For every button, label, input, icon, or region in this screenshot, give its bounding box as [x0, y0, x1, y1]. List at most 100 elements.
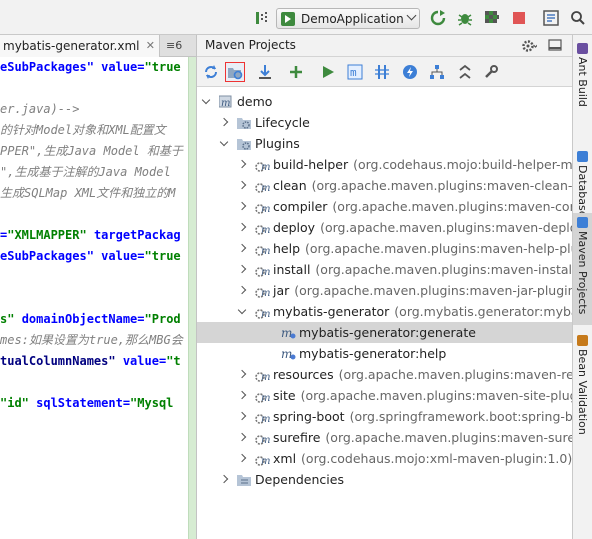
code-line: 的针对Model对象和XML配置文 — [0, 120, 166, 141]
tree-row-mybatis-generator-help[interactable]: m mybatis-generator:help — [197, 343, 573, 364]
tree-row-deploy[interactable]: m deploy (org.apache.maven.plugins:maven-d… — [197, 217, 573, 238]
code-token: s" — [0, 312, 22, 326]
chevron-right-icon[interactable] — [237, 280, 249, 301]
maven-panel-header: Maven Projects — [197, 35, 572, 57]
chevron-right-icon[interactable] — [237, 175, 249, 196]
tree-item-coordinates: (org.apache.maven.plugins:maven-deploy- — [320, 220, 573, 235]
chevron-down-icon[interactable] — [201, 91, 213, 112]
tab-mybatis-generator-xml[interactable]: mybatis-generator.xml ✕ — [0, 35, 160, 57]
maven-project-icon: m — [218, 94, 234, 109]
chevron-right-icon[interactable] — [237, 364, 249, 385]
download-sources-icon[interactable] — [255, 62, 275, 82]
toggle-offline-icon[interactable] — [372, 62, 392, 82]
tree-item-label: mybatis-generator:generate — [299, 322, 476, 343]
tree-item-label: surefire (org.apache.maven.plugins:maven-… — [273, 427, 573, 448]
stop-icon[interactable] — [511, 10, 527, 26]
tool-tab-maven-projects[interactable]: Maven Projects — [573, 213, 592, 325]
code-token: domainObjectName= — [21, 312, 145, 326]
tree-row-lifecycle[interactable]: Lifecycle — [197, 112, 573, 133]
debug-icon[interactable] — [457, 10, 473, 26]
plugin-icon: m — [255, 430, 270, 446]
tree-row-dependencies[interactable]: Dependencies — [197, 469, 573, 490]
spring-boot-icon — [281, 11, 295, 26]
tree-item-label: deploy (org.apache.maven.plugins:maven-de… — [273, 217, 573, 238]
tree-row-help[interactable]: m help (org.apache.maven.plugins:maven-hel… — [197, 238, 573, 259]
chevron-right-icon[interactable] — [237, 448, 249, 469]
chevron-right-icon[interactable] — [237, 385, 249, 406]
tree-item-label: jar (org.apache.maven.plugins:maven-jar-p… — [273, 280, 573, 301]
chevron-down-icon — [406, 10, 417, 21]
tree-row-plugins[interactable]: Plugins — [197, 133, 573, 154]
chevron-right-icon[interactable] — [237, 427, 249, 448]
chevron-right-icon[interactable] — [237, 196, 249, 217]
tool-tab-bean-validation[interactable]: Bean Validation — [573, 331, 592, 471]
code-editor[interactable]: eSubPackages" value="true er.java)--> 的针对M… — [0, 57, 188, 539]
tree-item-coordinates: (org.apache.maven.plugins:maven-jar-plug… — [294, 283, 573, 298]
tree-row-surefire[interactable]: m surefire (org.apache.maven.plugins:maven… — [197, 427, 573, 448]
tree-row-xml[interactable]: m xml (org.codehaus.mojo:xml-maven-plugin:… — [197, 448, 573, 469]
hide-panel-icon[interactable] — [547, 37, 563, 56]
add-maven-project-icon[interactable] — [286, 62, 306, 82]
svg-text:m: m — [261, 225, 270, 235]
tree-item-name: install — [273, 262, 311, 277]
tree-row-compiler[interactable]: m compiler (org.apache.maven.plugins:maven… — [197, 196, 573, 217]
chevron-right-icon[interactable] — [237, 406, 249, 427]
settings-wrench-icon[interactable] — [481, 62, 501, 82]
close-icon[interactable]: ✕ — [146, 35, 155, 57]
tree-row-spring-boot[interactable]: m spring-boot (org.springframework.boot:sp… — [197, 406, 573, 427]
tree-row-jar[interactable]: m jar (org.apache.maven.plugins:maven-jar-… — [197, 280, 573, 301]
tree-item-label: demo — [237, 91, 272, 112]
code-line: tualColumnNames" value="t — [0, 351, 181, 372]
tree-row-mybatis-generator-generate[interactable]: m mybatis-generator:generate — [197, 322, 573, 343]
tool-tab-label: Maven Projects — [576, 231, 589, 315]
code-token: "id" — [0, 396, 37, 410]
chevron-right-icon[interactable] — [219, 469, 231, 490]
tree-row-site[interactable]: m site (org.apache.maven.plugins:maven-sit… — [197, 385, 573, 406]
code-token: PPER",生成Java Model 和基于 — [0, 144, 183, 158]
tree-row-mybatis-generator[interactable]: m mybatis-generator (org.mybatis.generator… — [197, 301, 573, 322]
rerun-icon[interactable] — [430, 10, 446, 26]
tree-item-name: help — [273, 241, 301, 256]
tree-item-name: Plugins — [255, 136, 300, 151]
tree-row-clean[interactable]: m clean (org.apache.maven.plugins:maven-cl… — [197, 175, 573, 196]
reimport-icon[interactable] — [201, 62, 221, 82]
run-config-dropdown[interactable]: DemoApplication — [276, 8, 420, 29]
tree-item-name: compiler — [273, 199, 328, 214]
tree-row-demo[interactable]: m demo — [197, 91, 573, 112]
plugin-icon: m — [255, 283, 270, 299]
gear-icon[interactable] — [521, 38, 538, 57]
svg-text:m: m — [261, 246, 270, 256]
tree-item-coordinates: (org.springframework.boot:spring-bo — [349, 409, 573, 424]
code-line: er.java)--> — [0, 99, 79, 120]
search-icon[interactable] — [570, 10, 586, 26]
tree-item-coordinates: (org.codehaus.mojo:build-helper-mave — [353, 157, 573, 172]
chevron-right-icon[interactable] — [237, 154, 249, 175]
build-icon[interactable] — [254, 10, 270, 26]
tab-list-button[interactable]: ≡6 — [166, 35, 182, 57]
chevron-down-icon[interactable] — [219, 133, 231, 154]
plugin-icon: m — [255, 367, 270, 383]
tree-row-install[interactable]: m install (org.apache.maven.plugins:maven-… — [197, 259, 573, 280]
generate-sources-icon[interactable] — [225, 62, 245, 82]
tool-tab-database[interactable]: Database — [573, 147, 592, 218]
tree-item-coordinates: (org.apache.maven.plugins:maven-site-plu… — [300, 388, 573, 403]
tree-row-resources[interactable]: m resources (org.apache.maven.plugins:mave… — [197, 364, 573, 385]
code-token: "t — [166, 354, 181, 368]
chevron-right-icon[interactable] — [237, 259, 249, 280]
chevron-right-icon[interactable] — [237, 217, 249, 238]
tree-row-build-helper[interactable]: m build-helper (org.codehaus.mojo:build-he… — [197, 154, 573, 175]
chevron-right-icon[interactable] — [237, 238, 249, 259]
code-line: PPER",生成Java Model 和基于 — [0, 141, 183, 162]
collapse-all-icon[interactable] — [455, 62, 475, 82]
chevron-right-icon[interactable] — [219, 112, 231, 133]
show-dependencies-icon[interactable] — [427, 62, 447, 82]
chevron-down-icon[interactable] — [237, 301, 249, 322]
run-maven-build-icon[interactable] — [318, 62, 338, 82]
project-structure-icon[interactable] — [543, 10, 559, 26]
tool-tab-ant-build[interactable]: Ant Build — [573, 39, 592, 115]
code-token: "true — [144, 60, 181, 74]
skip-tests-icon[interactable] — [400, 62, 420, 82]
execute-maven-goal-icon[interactable]: m — [345, 62, 365, 82]
coverage-icon[interactable] — [484, 10, 500, 26]
tree-item-name: demo — [237, 94, 273, 109]
